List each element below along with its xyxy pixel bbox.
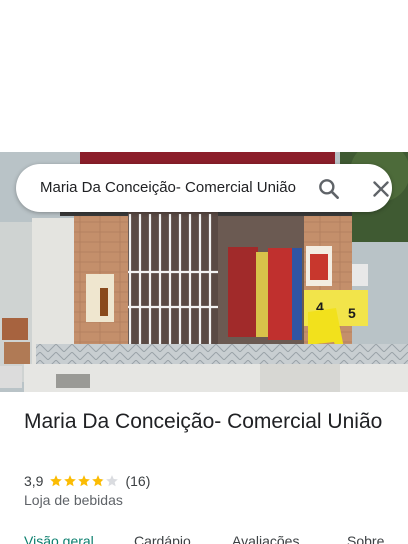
tab-bar: Visão geral Cardápio Avaliações Sobre (0, 530, 408, 544)
close-icon (373, 181, 389, 197)
rating-value: 3,9 (24, 473, 44, 489)
place-title: Maria Da Conceição- Comercial União (24, 410, 383, 433)
search-button[interactable] (316, 176, 342, 202)
place-category[interactable]: Loja de bebidas (24, 492, 123, 508)
star-icon (78, 475, 91, 487)
star-icon (92, 475, 105, 487)
tab-cardapio[interactable]: Cardápio (134, 533, 191, 544)
search-icon (319, 179, 339, 199)
tab-visao-geral[interactable]: Visão geral (24, 533, 94, 544)
map-blank-area (0, 0, 408, 152)
review-count[interactable]: (16) (125, 473, 150, 489)
close-button[interactable] (368, 176, 394, 202)
star-icon (64, 475, 77, 487)
star-icon (50, 475, 63, 487)
rating-row[interactable]: 3,9 (16) (24, 471, 150, 491)
poster-price-2: 5 (348, 305, 356, 321)
tab-avaliacoes[interactable]: Avaliações (232, 533, 299, 544)
rating-stars (49, 474, 119, 488)
star-icon (106, 475, 119, 487)
search-input[interactable]: Maria Da Conceição- Comercial União (40, 178, 304, 198)
search-bar[interactable]: Maria Da Conceição- Comercial União (16, 164, 392, 212)
tab-sobre[interactable]: Sobre (347, 533, 384, 544)
